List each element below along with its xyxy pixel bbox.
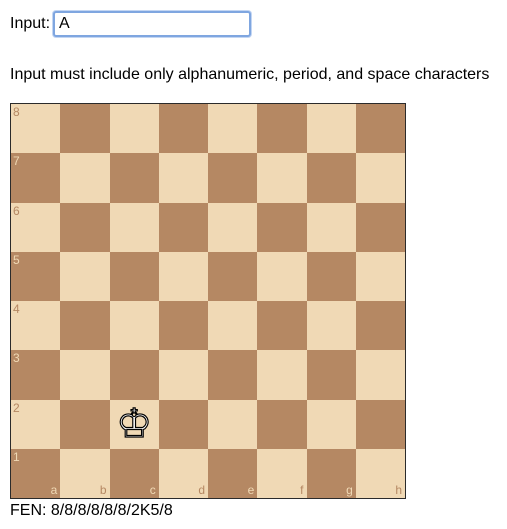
square-h2[interactable] [355,399,405,449]
validation-hint: Input must include only alphanumeric, pe… [10,66,490,83]
square-a4[interactable]: 4 [11,301,61,351]
square-g2[interactable] [306,399,356,449]
text-input[interactable] [53,11,252,37]
rank-label: 6 [13,203,20,218]
white-king-icon[interactable]: ♔ [110,400,159,449]
square-b2[interactable] [60,399,110,449]
file-label: c [149,483,156,497]
square-c2[interactable]: ♔ [109,399,159,449]
square-c8[interactable] [109,104,159,154]
square-d2[interactable] [158,399,208,449]
file-label: e [247,483,255,497]
rank-label: 7 [13,154,20,169]
square-d8[interactable] [158,104,208,154]
file-label: g [346,483,353,497]
square-a6[interactable]: 6 [11,202,61,252]
square-h6[interactable] [355,202,405,252]
square-b8[interactable] [60,104,110,154]
fen-string: FEN: 8/8/8/8/8/8/2K5/8 [10,502,173,519]
file-label: d [198,483,205,497]
square-e4[interactable] [208,301,258,351]
square-b4[interactable] [60,301,110,351]
square-g3[interactable] [306,350,356,400]
square-g7[interactable] [306,153,356,203]
square-e3[interactable] [208,350,258,400]
square-e1[interactable]: e [208,448,258,498]
square-h3[interactable] [355,350,405,400]
square-d6[interactable] [158,202,208,252]
square-a3[interactable]: 3 [11,350,61,400]
rank-label: 5 [13,252,20,267]
chessboard[interactable]: 8 7 6 5 4 3 2 ♔ 1 a b c d e f g h [10,103,406,499]
square-a8[interactable]: 8 [11,104,61,154]
square-g1[interactable]: g [306,448,356,498]
square-d5[interactable] [158,251,208,301]
square-e2[interactable] [208,399,258,449]
square-f4[interactable] [257,301,307,351]
square-e7[interactable] [208,153,258,203]
square-g4[interactable] [306,301,356,351]
square-h8[interactable] [355,104,405,154]
rank-label: 4 [13,302,20,316]
square-f7[interactable] [257,153,307,203]
rank-label: 8 [13,105,20,119]
square-c1[interactable]: c [109,448,159,498]
square-a7[interactable]: 7 [11,153,61,203]
square-h7[interactable] [355,153,405,203]
file-label: a [50,483,58,497]
square-h5[interactable] [355,251,405,301]
square-b6[interactable] [60,202,110,252]
square-b7[interactable] [60,153,110,203]
square-b3[interactable] [60,350,110,400]
square-a1[interactable]: 1a [11,448,61,498]
square-f2[interactable] [257,399,307,449]
square-f3[interactable] [257,350,307,400]
square-f8[interactable] [257,104,307,154]
square-b1[interactable]: b [60,448,110,498]
square-g6[interactable] [306,202,356,252]
input-row: Input: [10,7,252,41]
square-c7[interactable] [109,153,159,203]
square-c3[interactable] [109,350,159,400]
square-a2[interactable]: 2 [11,399,61,449]
file-label: f [300,483,304,497]
square-h1[interactable]: h [355,448,405,498]
square-d1[interactable]: d [158,448,208,498]
square-c5[interactable] [109,251,159,301]
square-c4[interactable] [109,301,159,351]
rank-label: 1 [13,449,20,464]
rank-label: 3 [13,351,20,366]
square-f5[interactable] [257,251,307,301]
square-e8[interactable] [208,104,258,154]
square-b5[interactable] [60,251,110,301]
file-label: b [99,483,107,497]
square-d4[interactable] [158,301,208,351]
square-a5[interactable]: 5 [11,251,61,301]
square-e6[interactable] [208,202,258,252]
square-c6[interactable] [109,202,159,252]
square-d3[interactable] [158,350,208,400]
square-f6[interactable] [257,202,307,252]
square-f1[interactable]: f [257,448,307,498]
square-g5[interactable] [306,251,356,301]
file-label: h [395,483,402,497]
rank-label: 2 [13,400,20,415]
square-g8[interactable] [306,104,356,154]
input-label: Input: [10,15,51,32]
square-h4[interactable] [355,301,405,351]
square-d7[interactable] [158,153,208,203]
square-e5[interactable] [208,251,258,301]
